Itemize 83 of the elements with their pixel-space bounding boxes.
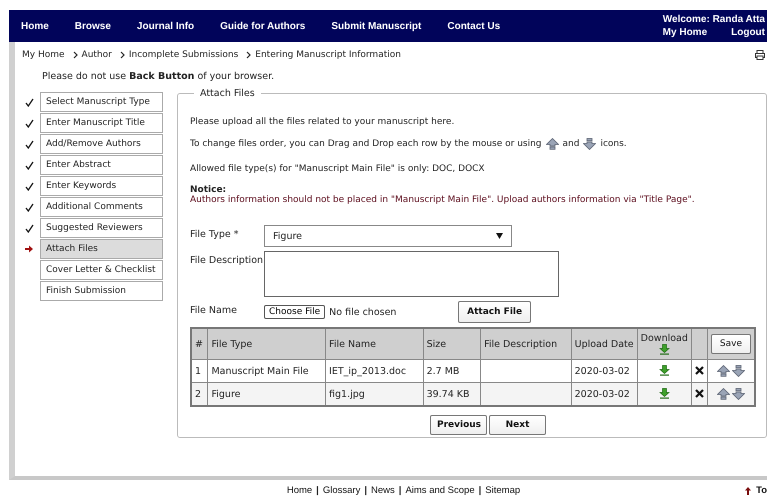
wizard-button[interactable]: Previous — [430, 415, 487, 435]
nav-link[interactable]: Contact Us — [447, 20, 500, 32]
step-item[interactable]: Attach Files — [40, 239, 163, 259]
table-cell: 2020-03-02 — [571, 382, 638, 406]
save-button[interactable]: Save — [710, 334, 751, 354]
allowed-types-text: Allowed file type(s) for "Manuscript Main File" is only: DOC, DOCX — [190, 164, 486, 174]
footer-link[interactable]: Home — [286, 485, 312, 496]
account-link[interactable]: My Home — [662, 27, 708, 38]
step-item[interactable]: Enter Manuscript Title — [40, 113, 163, 133]
arrow-icon — [25, 245, 33, 253]
instruction-text: and — [562, 139, 580, 149]
step-item[interactable]: Add/Remove Authors — [40, 134, 163, 154]
download-icon[interactable] — [658, 388, 670, 400]
move-down-icon[interactable] — [732, 388, 745, 400]
up-arrow-icon — [546, 138, 559, 150]
print-icon[interactable] — [755, 50, 765, 60]
column-header: Download — [637, 328, 692, 360]
field-label: File Description — [190, 254, 264, 266]
step-item[interactable]: Enter Keywords — [40, 176, 163, 196]
separator-text: | — [364, 485, 367, 496]
down-arrow-icon — [583, 138, 596, 150]
breadcrumb-link[interactable]: Incomplete Submissions — [128, 50, 238, 60]
instruction-text: To change files order, you can Drag and Drop each row by the mouse or using — [190, 139, 542, 149]
footer-link[interactable]: Aims and Scope — [405, 485, 475, 496]
step-item[interactable]: Select Manuscript Type — [40, 92, 163, 112]
file-description-field[interactable] — [264, 251, 559, 297]
download-icon[interactable] — [658, 344, 670, 355]
move-up-icon[interactable] — [716, 365, 730, 377]
attach-file-button[interactable]: Attach File — [458, 301, 532, 323]
up-arrow-icon — [745, 486, 752, 494]
move-down-icon[interactable] — [732, 365, 745, 377]
delete-icon[interactable] — [694, 389, 704, 398]
separator-text: | — [316, 485, 319, 496]
notice-text: Authors information should not be placed in "Manuscript Main File". Upload authors information via "Title Page". — [190, 195, 696, 205]
column-header: Size — [423, 328, 481, 360]
delete-icon[interactable] — [694, 366, 704, 376]
nav-link[interactable]: Browse — [74, 20, 111, 32]
table-cell: fig1.jpg — [326, 382, 424, 406]
step-item[interactable]: Cover Letter & Checklist — [40, 260, 163, 280]
nav-link[interactable]: Journal Info — [136, 20, 194, 32]
footer-link[interactable]: Sitemap — [485, 485, 520, 496]
breadcrumb-link[interactable]: Author — [82, 50, 112, 60]
file-status-text: No file chosen — [329, 306, 398, 318]
chevron-icon — [120, 51, 125, 59]
wizard-button[interactable]: Next — [489, 415, 546, 435]
column-header: File Description — [480, 328, 572, 360]
instruction-text: Please upload all the files related to your manuscript here. — [190, 117, 456, 127]
breadcrumb-link[interactable]: My Home — [22, 50, 65, 60]
step-item[interactable]: Suggested Reviewers — [40, 218, 163, 238]
footer-link[interactable]: Glossary — [322, 485, 360, 496]
footer-link[interactable]: News — [371, 485, 395, 496]
section-legend: Attach Files — [194, 88, 261, 99]
nav-link[interactable]: Submit Manuscript — [331, 20, 422, 32]
file-type-dropdown[interactable]: Figure — [264, 225, 512, 247]
separator-text: | — [398, 485, 402, 496]
column-header: File Name — [326, 328, 424, 360]
column-header: File Type — [208, 328, 326, 360]
warning-text: Please do not use Back Button of your browser. — [42, 71, 276, 82]
caret-icon — [496, 233, 503, 239]
instruction-text: icons. — [600, 139, 627, 149]
nav-link[interactable]: Home — [21, 20, 49, 32]
account-link[interactable]: Logout — [731, 27, 765, 38]
table-cell: 39.74 KB — [423, 382, 481, 406]
choose-file-button[interactable]: Choose File — [264, 305, 326, 319]
notice-title: Notice: — [190, 185, 228, 195]
top-link[interactable]: To — [756, 485, 767, 496]
field-label: File Type * — [190, 228, 240, 240]
table-cell: 2 — [191, 382, 208, 406]
step-item[interactable]: Enter Abstract — [40, 155, 163, 175]
nav-link[interactable]: Guide for Authors — [220, 20, 306, 32]
separator-text: | — [478, 485, 482, 496]
step-item[interactable]: Additional Comments — [40, 197, 163, 217]
column-header: Upload Date — [571, 328, 638, 360]
download-icon[interactable] — [658, 365, 670, 376]
column-header: # — [191, 328, 208, 360]
field-label: File Name — [190, 304, 238, 316]
move-up-icon[interactable] — [716, 388, 730, 400]
step-item[interactable]: Finish Submission — [40, 281, 163, 301]
chevron-icon — [246, 51, 252, 59]
welcome-text: Welcome: Randa Atta — [662, 14, 765, 25]
chevron-icon — [72, 51, 78, 59]
table-cell: Figure — [208, 382, 326, 406]
breadcrumb-link[interactable]: Entering Manuscript Information — [255, 50, 401, 60]
